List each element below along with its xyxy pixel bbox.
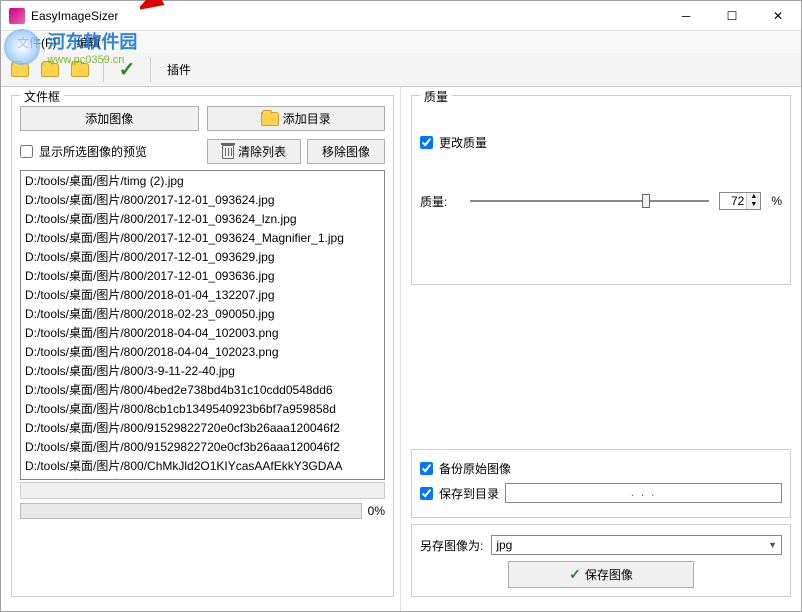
quality-label: 质量: (420, 193, 460, 210)
window-title: EasyImageSizer (31, 9, 663, 23)
backup-original-checkbox[interactable] (420, 462, 433, 475)
quality-spinbox[interactable]: ▲▼ (719, 192, 761, 210)
list-item[interactable]: D:/tools/桌面/图片/800/2017-12-01_093624.jpg (21, 190, 384, 209)
list-item[interactable]: D:/tools/桌面/图片/800/2017-12-01_093636.jpg (21, 266, 384, 285)
close-button[interactable]: ✕ (755, 1, 801, 31)
save-as-label: 另存图像为: (420, 537, 483, 554)
progress-bar (20, 503, 362, 519)
list-item[interactable]: D:/tools/桌面/图片/800/ChMkJld2O1KIYcasAAfEk… (21, 456, 384, 475)
toolbar-open-3[interactable] (67, 57, 93, 83)
minimize-button[interactable]: ─ (663, 1, 709, 31)
save-image-button[interactable]: ✓ 保存图像 (508, 561, 694, 588)
file-listbox[interactable]: D:/tools/桌面/图片/timg (2).jpgD:/tools/桌面/图… (20, 170, 385, 480)
list-item[interactable]: D:/tools/桌面/图片/800/2017-12-01_093624_lzn… (21, 209, 384, 228)
spin-down[interactable]: ▼ (747, 201, 760, 209)
quality-group-title: 质量 (420, 88, 452, 105)
change-quality-label: 更改质量 (439, 134, 487, 151)
titlebar: EasyImageSizer ─ ☐ ✕ (1, 1, 801, 31)
clear-list-button[interactable]: 清除列表 (207, 139, 301, 164)
toolbar-apply[interactable]: ✓ (114, 57, 140, 83)
list-item[interactable]: D:/tools/桌面/图片/800/2017-12-01_093624_Mag… (21, 228, 384, 247)
format-select[interactable]: jpg (491, 535, 782, 555)
list-item[interactable]: D:/tools/桌面/图片/800/timg (1).jpg (21, 475, 384, 480)
horizontal-scrollbar[interactable] (20, 482, 385, 499)
list-item[interactable]: D:/tools/桌面/图片/800/2018-01-04_132207.jpg (21, 285, 384, 304)
add-image-button[interactable]: 添加图像 (20, 106, 199, 131)
check-icon: ✓ (119, 57, 136, 82)
list-item[interactable]: D:/tools/桌面/图片/800/2018-04-04_102023.png (21, 342, 384, 361)
list-item[interactable]: D:/tools/桌面/图片/800/2017-12-01_093629.jpg (21, 247, 384, 266)
change-quality-checkbox[interactable] (420, 136, 433, 149)
toolbar: ✓ 插件 (1, 53, 801, 87)
list-item[interactable]: D:/tools/桌面/图片/800/8cb1cb1349540923b6bf7… (21, 399, 384, 418)
file-box-title: 文件框 (20, 88, 64, 105)
quality-percent-label: % (771, 194, 782, 208)
toolbar-open-1[interactable] (7, 57, 33, 83)
save-path-button[interactable]: . . . (505, 483, 782, 503)
list-item[interactable]: D:/tools/桌面/图片/800/2018-02-23_090050.jpg (21, 304, 384, 323)
save-to-dir-checkbox[interactable] (420, 487, 433, 500)
toolbar-open-2[interactable] (37, 57, 63, 83)
list-item[interactable]: D:/tools/桌面/图片/800/3-9-11-22-40.jpg (21, 361, 384, 380)
show-preview-checkbox[interactable] (20, 145, 33, 158)
list-item[interactable]: D:/tools/桌面/图片/800/4bed2e738bd4b31c10cdd… (21, 380, 384, 399)
maximize-button[interactable]: ☐ (709, 1, 755, 31)
list-item[interactable]: D:/tools/桌面/图片/800/91529822720e0cf3b26aa… (21, 418, 384, 437)
trash-icon (222, 145, 234, 159)
list-item[interactable]: D:/tools/桌面/图片/timg (2).jpg (21, 171, 384, 190)
quality-value-input[interactable] (720, 193, 746, 209)
folder-icon (71, 63, 89, 77)
menubar: 文件(F) 编辑 (1, 31, 801, 53)
save-to-dir-label: 保存到目录 (439, 485, 499, 502)
progress-percent: 0% (368, 504, 385, 518)
app-icon (9, 8, 25, 24)
quality-slider[interactable] (470, 191, 709, 211)
toolbar-separator (150, 58, 151, 82)
remove-image-button[interactable]: 移除图像 (307, 139, 385, 164)
list-item[interactable]: D:/tools/桌面/图片/800/2018-04-04_102003.png (21, 323, 384, 342)
folder-icon (11, 63, 29, 77)
toolbar-separator (103, 58, 104, 82)
add-directory-button[interactable]: 添加目录 (207, 106, 386, 131)
check-icon: ✓ (569, 566, 581, 583)
show-preview-label: 显示所选图像的预览 (39, 143, 201, 160)
list-item[interactable]: D:/tools/桌面/图片/800/91529822720e0cf3b26aa… (21, 437, 384, 456)
quality-slider-thumb[interactable] (642, 194, 650, 208)
spin-up[interactable]: ▲ (747, 193, 760, 201)
menu-edit[interactable]: 编辑 (66, 32, 110, 53)
menu-file[interactable]: 文件(F) (7, 32, 66, 53)
backup-original-label: 备份原始图像 (439, 460, 511, 477)
folder-icon (261, 112, 279, 126)
toolbar-plugins-label[interactable]: 插件 (161, 61, 197, 78)
folder-icon (41, 63, 59, 77)
